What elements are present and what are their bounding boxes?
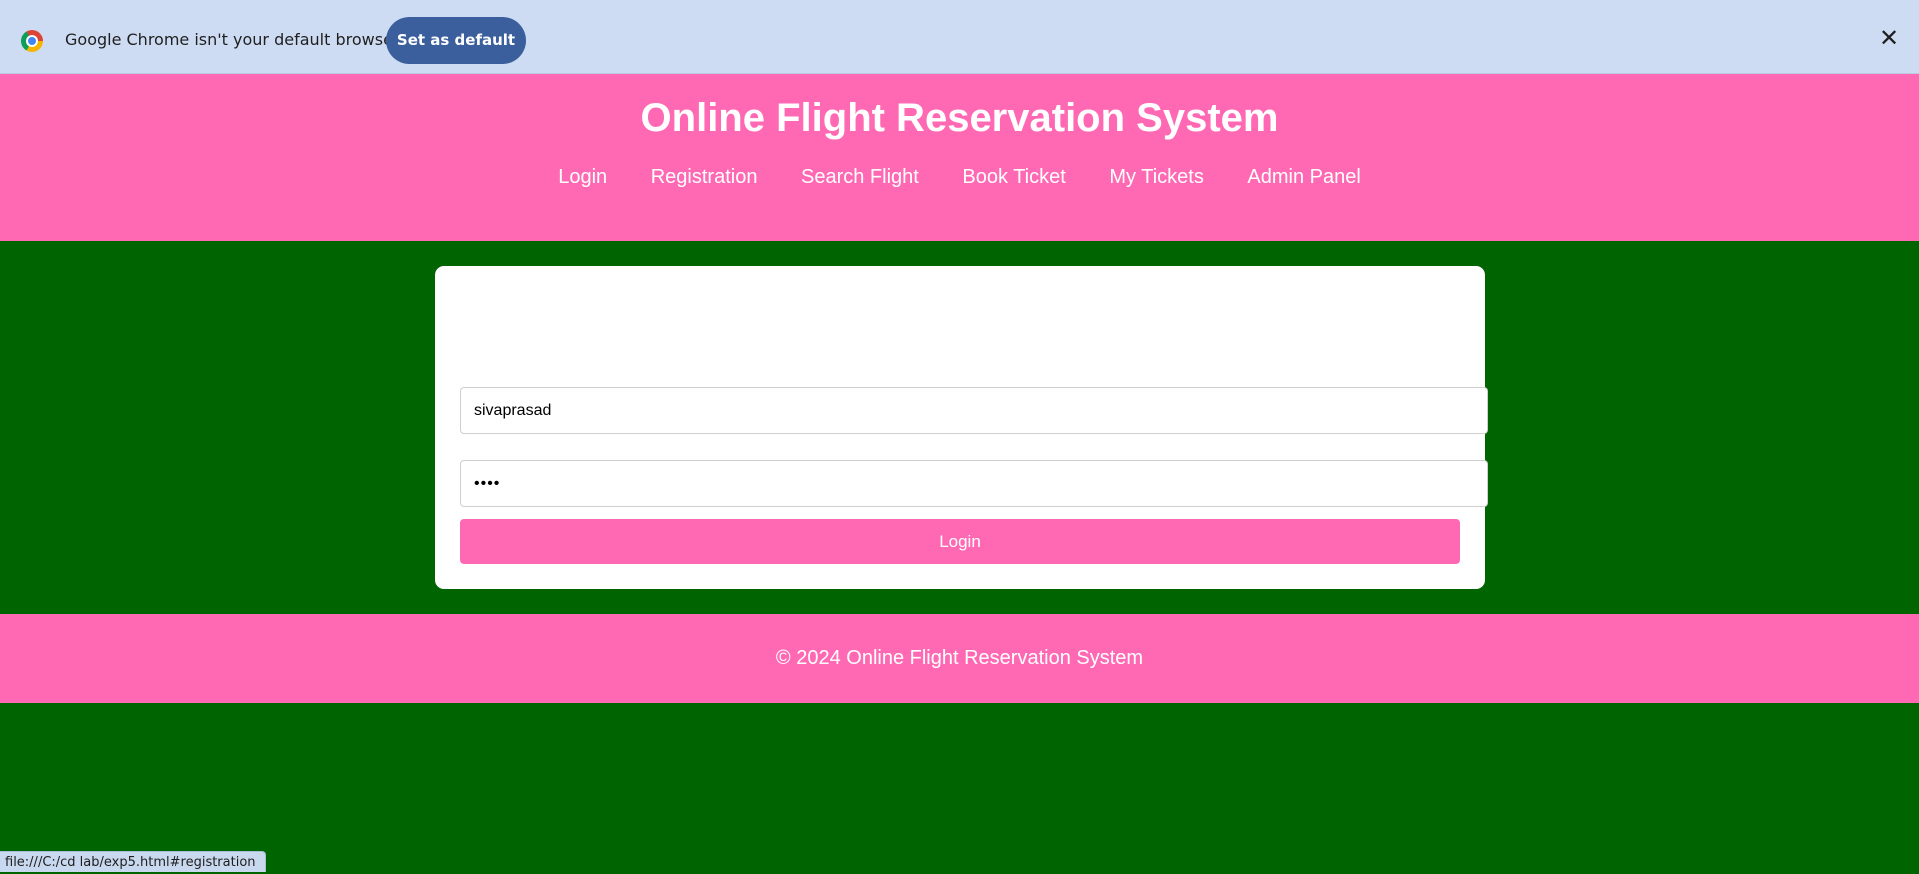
username-input[interactable]: sivaprasad <box>460 387 1488 434</box>
nav-link-my-tickets[interactable]: My Tickets <box>1109 166 1203 189</box>
site-footer: © 2024 Online Flight Reservation System <box>0 614 1919 703</box>
login-card: sivaprasad •••• Login <box>435 266 1488 589</box>
nav-link-registration[interactable]: Registration <box>651 166 758 189</box>
footer-copyright: © 2024 Online Flight Reservation System <box>775 647 1144 669</box>
set-as-default-button[interactable]: Set as default <box>386 17 526 64</box>
nav-link-admin-panel[interactable]: Admin Panel <box>1247 166 1360 189</box>
status-bar-url: file:///C:/cd lab/exp5.html#registration <box>0 851 266 872</box>
nav-link-search-flight[interactable]: Search Flight <box>801 166 919 189</box>
page-title: Online Flight Reservation System <box>640 96 1279 140</box>
main-nav: Login Registration Search Flight Book Ti… <box>0 166 1919 189</box>
nav-link-book-ticket[interactable]: Book Ticket <box>962 166 1065 189</box>
password-input[interactable]: •••• <box>460 460 1488 507</box>
site-header: Online Flight Reservation System Login R… <box>0 74 1919 241</box>
default-browser-infobar: Google Chrome isn't your default browser… <box>0 0 1919 74</box>
chrome-logo-icon <box>21 30 43 52</box>
infobar-message: Google Chrome isn't your default browser <box>65 30 400 49</box>
login-button[interactable]: Login <box>460 519 1460 564</box>
close-icon[interactable]: ✕ <box>1877 26 1901 50</box>
nav-link-login[interactable]: Login <box>558 166 607 189</box>
